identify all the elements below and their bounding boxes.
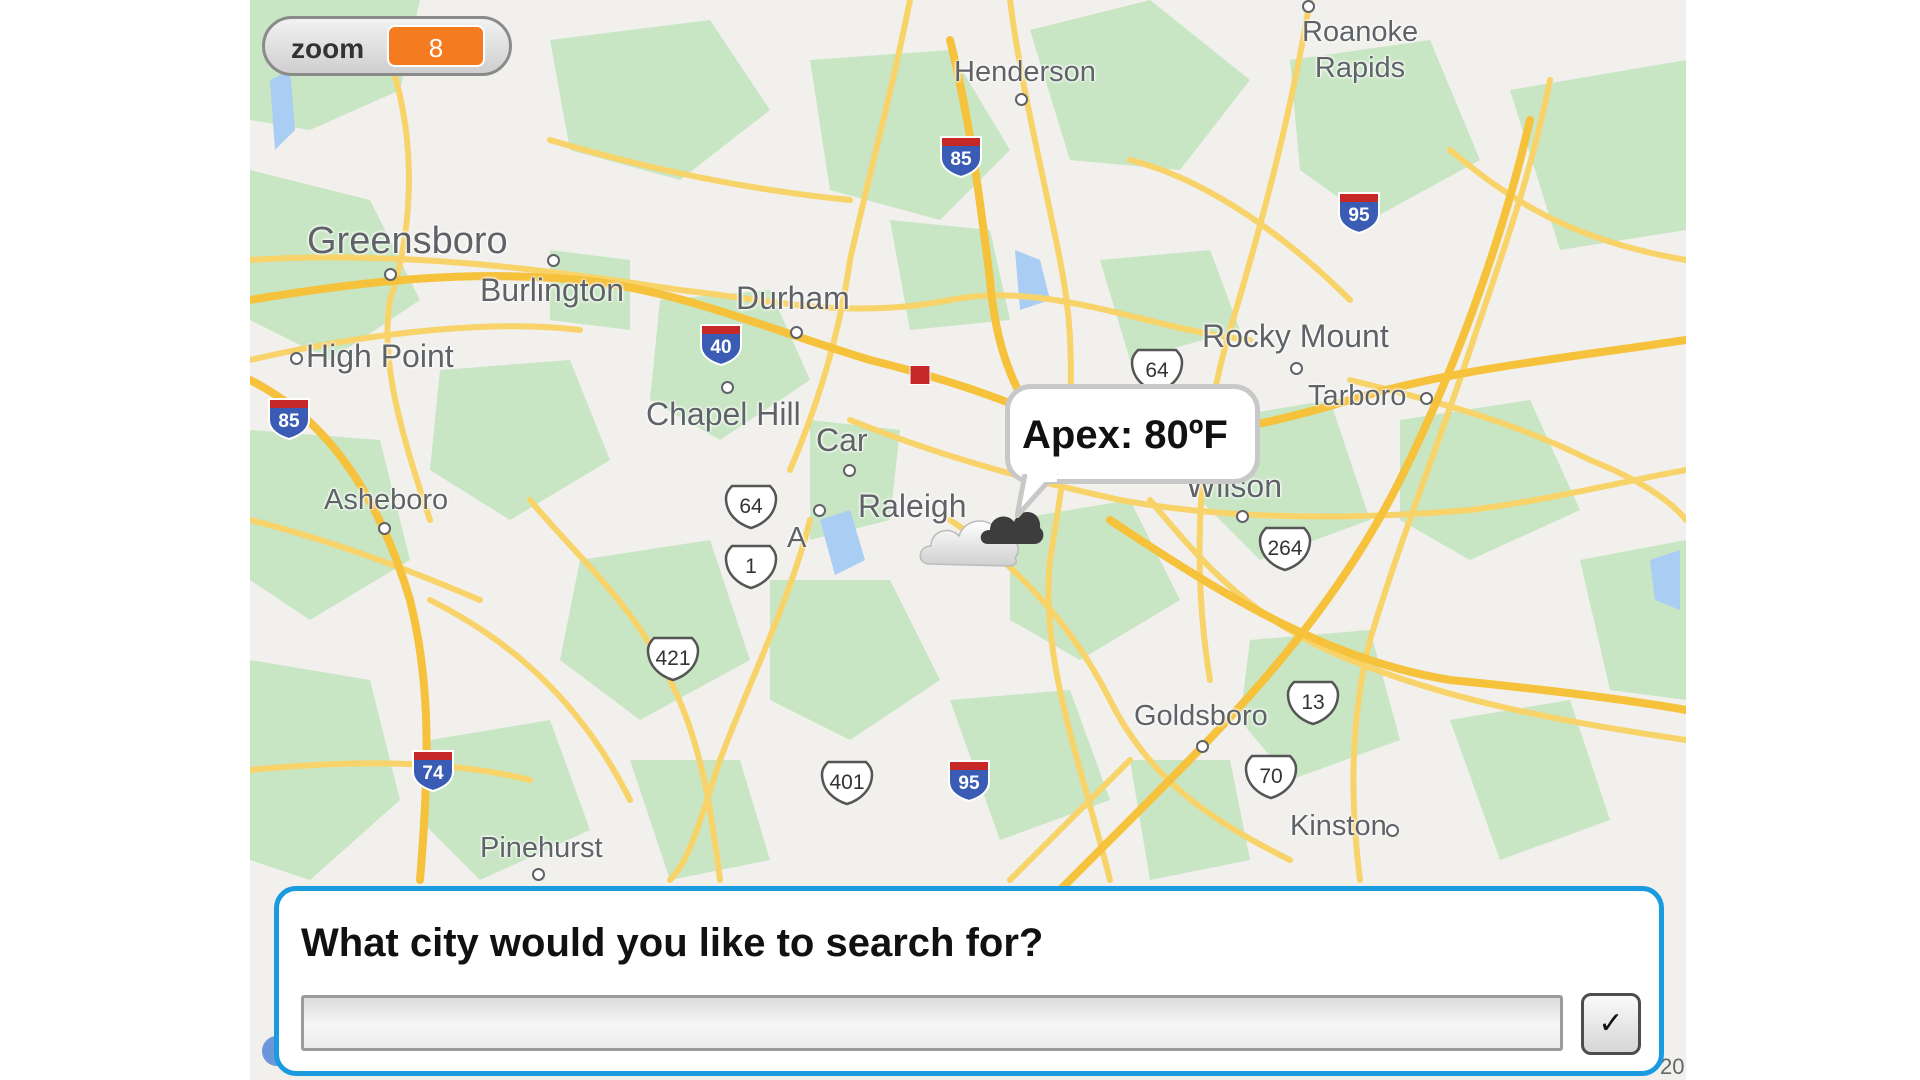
us-route-264-number: 264: [1267, 537, 1303, 560]
us-route-401-number: 401: [829, 771, 865, 794]
temperature-callout-text: Apex: 80ºF: [1022, 413, 1228, 457]
interstate-85-north-shield: 85: [938, 134, 984, 178]
map-stage: Roanoke Rapids Henderson Greensboro Burl…: [250, 0, 1686, 1080]
ask-prompt-box: What city would you like to search for? …: [274, 886, 1664, 1076]
city-dot-cary: [843, 464, 856, 477]
city-dot-burlington: [547, 254, 560, 267]
city-label-asheboro: Asheboro: [324, 484, 449, 516]
interstate-85-west-shield: 85: [266, 396, 312, 440]
us-route-13-number: 13: [1301, 691, 1325, 714]
us-route-421-shield: 421: [646, 636, 700, 682]
city-dot-roanoke-rapids: [1302, 0, 1315, 13]
zoom-monitor: zoom 8: [262, 16, 512, 76]
city-dot-henderson: [1015, 93, 1028, 106]
us-route-421-number: 421: [655, 647, 691, 670]
city-dot-tarboro: [1420, 392, 1433, 405]
us-route-13-shield: 13: [1286, 680, 1340, 726]
city-label-durham: Durham: [736, 280, 850, 316]
callout-tail: [1015, 474, 1058, 518]
us-route-401-shield: 401: [820, 760, 874, 806]
interstate-40-shield: 40: [698, 322, 744, 366]
city-label-cary: Car: [816, 422, 868, 458]
city-search-input[interactable]: [301, 995, 1563, 1051]
interstate-95-north-shield: 95: [1336, 190, 1382, 234]
zoom-label: zoom: [291, 33, 365, 64]
interstate-40-number: 40: [710, 337, 732, 358]
us-route-70-shield: 70: [1244, 754, 1298, 800]
city-dot-high-point: [290, 352, 303, 365]
city-dot-asheboro: [378, 522, 391, 535]
interstate-85-west-number: 85: [278, 411, 300, 432]
map-attribution: 20: [1660, 1054, 1685, 1079]
city-label-high-point: High Point: [306, 338, 454, 374]
us-route-264-shield: 264: [1258, 526, 1312, 572]
ask-question: What city would you like to search for?: [301, 921, 1044, 965]
city-label-kinston: Kinston: [1290, 810, 1387, 842]
city-dot-apex: [813, 504, 826, 517]
city-dot-wilson: [1236, 510, 1249, 523]
us-route-64-west-shield: 64: [724, 484, 778, 530]
city-label-rocky-mount: Rocky Mount: [1202, 318, 1389, 354]
submit-check-button[interactable]: ✓: [1581, 993, 1641, 1055]
us-route-64-east-number: 64: [1145, 359, 1169, 382]
city-dot-kinston: [1386, 824, 1399, 837]
city-label-pinehurst: Pinehurst: [480, 832, 603, 864]
interstate-74-number: 74: [422, 763, 444, 784]
city-label-apex: A: [787, 522, 807, 554]
city-dot-goldsboro: [1196, 740, 1209, 753]
city-dot-durham: [790, 326, 803, 339]
city-label-burlington: Burlington: [480, 272, 625, 308]
city-label-greensboro: Greensboro: [307, 220, 508, 262]
interstate-95-south-shield: 95: [946, 758, 992, 802]
city-dot-pinehurst: [532, 868, 545, 881]
interstate-40-east-shield: [890, 364, 950, 386]
city-dot-chapel-hill: [721, 381, 734, 394]
city-dot-greensboro: [384, 268, 397, 281]
us-route-1-shield: 1: [724, 544, 778, 590]
city-label-roanoke-rapids: Roanoke Rapids: [1302, 16, 1419, 84]
interstate-95-north-number: 95: [1348, 205, 1370, 226]
city-label-chapel-hill: Chapel Hill: [646, 396, 801, 432]
interstate-74-shield: 74: [410, 748, 456, 792]
us-route-64-west-number: 64: [739, 495, 763, 518]
interstate-85-north-number: 85: [950, 149, 972, 170]
city-dot-rocky-mount: [1290, 362, 1303, 375]
temperature-callout: Apex: 80ºF: [1005, 384, 1260, 484]
zoom-value: 8: [387, 25, 485, 67]
city-label-henderson: Henderson: [954, 56, 1096, 88]
interstate-95-south-number: 95: [958, 773, 980, 794]
us-route-1-number: 1: [745, 555, 757, 578]
us-route-70-number: 70: [1259, 765, 1283, 788]
city-label-goldsboro: Goldsboro: [1134, 700, 1268, 732]
city-label-tarboro: Tarboro: [1308, 380, 1407, 412]
